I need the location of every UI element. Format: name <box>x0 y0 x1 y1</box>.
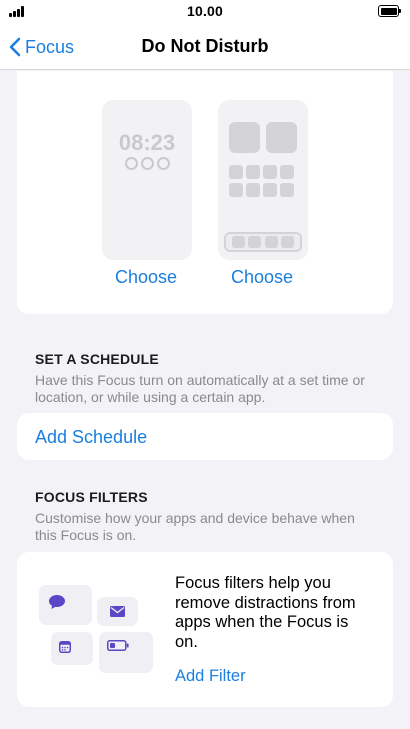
add-filter-button[interactable]: Add Filter <box>175 667 246 686</box>
home-screen-preview[interactable] <box>218 100 308 260</box>
schedule-section-header: SET A SCHEDULE <box>35 351 159 367</box>
filter-tile <box>97 597 138 626</box>
battery-low-icon <box>107 640 129 651</box>
choose-lock-screen-button[interactable]: Choose <box>115 267 177 288</box>
home-dock <box>224 232 302 252</box>
home-widget <box>266 122 297 153</box>
calendar-icon <box>59 641 71 653</box>
add-schedule-button[interactable]: Add Schedule <box>35 427 147 448</box>
screen-preview-card: 08:23 Choose Choose <box>17 71 393 314</box>
lock-screen-widgets-icon <box>125 157 170 170</box>
filters-info-text: Focus filters help you remove distractio… <box>175 574 356 651</box>
add-schedule-row[interactable]: Add Schedule <box>17 413 393 460</box>
filters-section-header: FOCUS FILTERS <box>35 489 148 505</box>
status-bar: 10.00 <box>0 0 410 24</box>
filter-tile <box>39 585 92 625</box>
status-time: 10.00 <box>186 3 224 19</box>
navigation-bar: Focus Do Not Disturb <box>0 24 410 70</box>
choose-home-screen-button[interactable]: Choose <box>231 267 293 288</box>
page-title: Do Not Disturb <box>141 36 269 56</box>
battery-icon <box>378 5 402 17</box>
home-app-grid <box>229 165 294 197</box>
message-bubble-icon <box>49 595 65 609</box>
lock-screen-preview[interactable]: 08:23 <box>102 100 192 260</box>
mail-icon <box>110 606 125 617</box>
home-widget <box>229 122 260 153</box>
filter-tile <box>51 632 93 665</box>
focus-filters-card: Focus filters help you remove distractio… <box>17 552 393 707</box>
filters-section-description: Customise how your apps and device behav… <box>35 510 355 543</box>
lock-screen-time: 08:23 <box>118 130 176 155</box>
schedule-section-description: Have this Focus turn on automatically at… <box>35 372 365 405</box>
filter-tile <box>99 632 153 673</box>
